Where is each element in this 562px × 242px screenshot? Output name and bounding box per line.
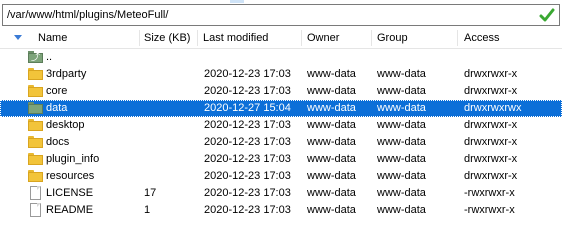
file-modified: 2020-12-23 17:03 xyxy=(204,204,291,216)
file-name: 3rdparty xyxy=(46,68,87,80)
file-group: www-data xyxy=(377,119,426,131)
file-access: drwxrwxrwx xyxy=(464,102,522,114)
file-row[interactable]: core 2020-12-23 17:03 www-data www-data drwx… xyxy=(0,83,562,100)
tab-indicator xyxy=(230,0,244,3)
file-row[interactable]: ⤴.. xyxy=(0,49,562,66)
file-icon xyxy=(28,203,43,217)
file-owner: www-data xyxy=(307,68,356,80)
parent-folder-icon: ⤴ xyxy=(28,50,43,64)
column-header: Name Size (KB) Last modified Owner Group… xyxy=(0,28,562,49)
file-owner: www-data xyxy=(307,187,356,199)
file-group: www-data xyxy=(377,204,426,216)
file-access: drwxrwxr-x xyxy=(464,170,518,182)
file-group: www-data xyxy=(377,153,426,165)
folder-icon xyxy=(28,152,43,166)
file-modified: 2020-12-23 17:03 xyxy=(204,187,291,199)
file-owner: www-data xyxy=(307,85,356,97)
path-input[interactable] xyxy=(3,6,527,24)
file-access: -rwxrwxr-x xyxy=(464,187,515,199)
file-access: drwxrwxr-x xyxy=(464,85,518,97)
column-owner-label: Owner xyxy=(307,32,340,44)
file-owner: www-data xyxy=(307,119,356,131)
file-name: LICENSE xyxy=(46,187,94,199)
checkmark-icon[interactable] xyxy=(539,7,555,23)
file-access: drwxrwxr-x xyxy=(464,153,518,165)
file-name: data xyxy=(46,102,68,114)
file-row[interactable]: README 1 2020-12-23 17:03 www-data www-data -… xyxy=(0,202,562,219)
column-owner[interactable]: Owner xyxy=(302,28,372,48)
file-row[interactable]: resources 2020-12-23 17:03 www-data www-dat… xyxy=(0,168,562,185)
file-access: -rwxrwxr-x xyxy=(464,204,515,216)
file-owner: www-data xyxy=(307,153,356,165)
folder-icon xyxy=(28,135,43,149)
file-group: www-data xyxy=(377,136,426,148)
file-icon xyxy=(28,186,43,200)
file-row[interactable]: data 2020-12-27 15:04 www-data www-data drwx… xyxy=(0,100,562,117)
file-modified: 2020-12-27 15:04 xyxy=(204,102,291,114)
folder-icon xyxy=(28,84,43,98)
file-row[interactable]: 3rdparty 2020-12-23 17:03 www-data www-data… xyxy=(0,66,562,83)
file-modified: 2020-12-23 17:03 xyxy=(204,68,291,80)
column-name[interactable]: Name xyxy=(0,28,140,48)
file-owner: www-data xyxy=(307,136,356,148)
folder-icon xyxy=(28,67,43,81)
file-owner: www-data xyxy=(307,102,356,114)
column-modified-label: Last modified xyxy=(203,32,269,44)
file-size: 1 xyxy=(144,204,151,216)
column-access-label: Access xyxy=(464,32,500,44)
file-access: drwxrwxr-x xyxy=(464,119,518,131)
column-size[interactable]: Size (KB) xyxy=(140,28,198,48)
column-name-label: Name xyxy=(38,32,68,44)
file-name: docs xyxy=(46,136,70,148)
file-name: resources xyxy=(46,170,95,182)
file-group: www-data xyxy=(377,187,426,199)
folder-icon xyxy=(28,169,43,183)
file-row[interactable]: plugin_info 2020-12-23 17:03 www-data www-d… xyxy=(0,151,562,168)
file-row[interactable]: LICENSE 17 2020-12-23 17:03 www-data www-dat… xyxy=(0,185,562,202)
file-name: .. xyxy=(46,51,53,63)
file-size: 17 xyxy=(144,187,157,199)
file-modified: 2020-12-23 17:03 xyxy=(204,136,291,148)
file-access: drwxrwxr-x xyxy=(464,68,518,80)
file-group: www-data xyxy=(377,68,426,80)
file-owner: www-data xyxy=(307,170,356,182)
file-name: desktop xyxy=(46,119,85,131)
column-modified[interactable]: Last modified xyxy=(198,28,302,48)
file-name: README xyxy=(46,204,94,216)
file-name: core xyxy=(46,85,68,97)
file-owner: www-data xyxy=(307,204,356,216)
column-access[interactable]: Access xyxy=(458,28,562,48)
file-row[interactable]: docs 2020-12-23 17:03 www-data www-data drwx… xyxy=(0,134,562,151)
file-name: plugin_info xyxy=(46,153,100,165)
column-group-label: Group xyxy=(377,32,408,44)
file-modified: 2020-12-23 17:03 xyxy=(204,119,291,131)
file-group: www-data xyxy=(377,102,426,114)
file-group: www-data xyxy=(377,85,426,97)
sort-arrow-icon xyxy=(14,35,22,40)
file-group: www-data xyxy=(377,170,426,182)
file-row[interactable]: desktop 2020-12-23 17:03 www-data www-data d… xyxy=(0,117,562,134)
column-group[interactable]: Group xyxy=(372,28,458,48)
file-modified: 2020-12-23 17:03 xyxy=(204,170,291,182)
file-modified: 2020-12-23 17:03 xyxy=(204,153,291,165)
file-access: drwxrwxr-x xyxy=(464,136,518,148)
file-modified: 2020-12-23 17:03 xyxy=(204,85,291,97)
path-bar xyxy=(2,4,560,26)
column-size-label: Size (KB) xyxy=(144,32,191,44)
folder-icon xyxy=(28,118,43,132)
folder-icon xyxy=(28,101,43,115)
